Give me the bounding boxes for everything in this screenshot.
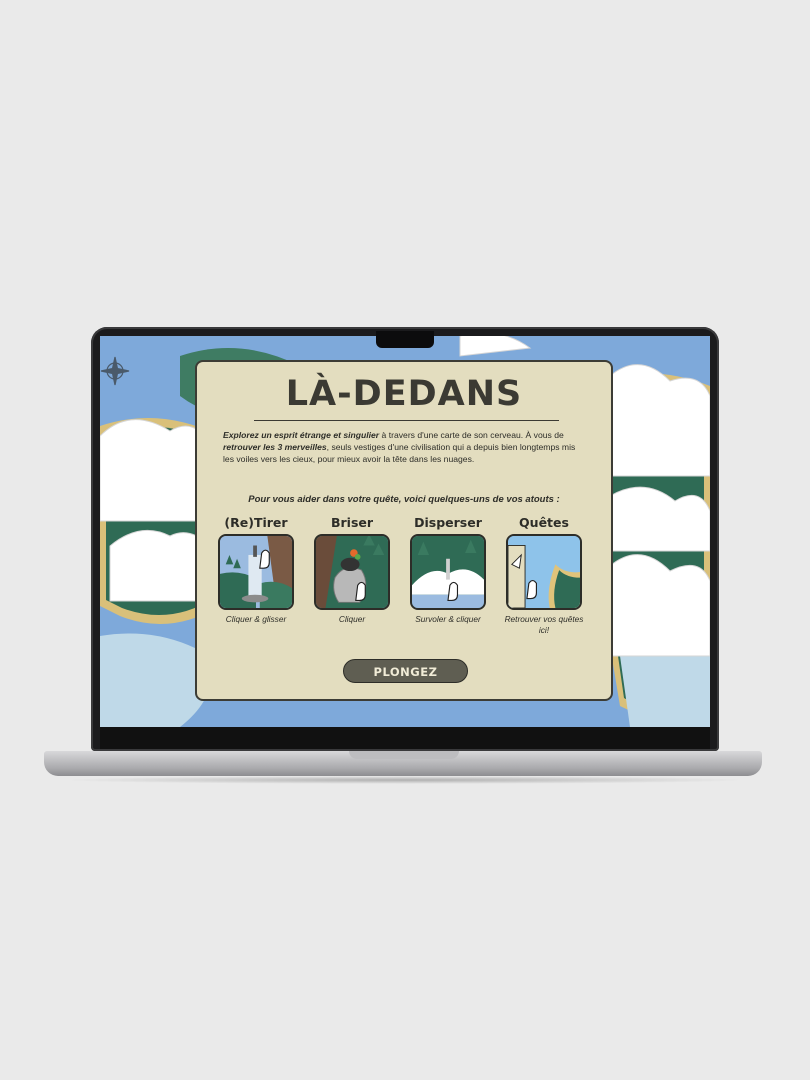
card-caption: Survoler & cliquer <box>415 614 481 624</box>
app-screen: LÀ-DEDANS Explorez un esprit étrange et … <box>100 336 710 727</box>
tool-card-briser: Briser Cliquer <box>310 514 394 625</box>
intro-text-2: à travers d'une carte de son cerveau. À … <box>379 430 564 440</box>
laptop-shadow <box>60 776 750 784</box>
rock-smash-icon <box>314 534 390 610</box>
card-title: Briser <box>330 515 374 530</box>
cloud-disperse-icon <box>410 534 486 610</box>
card-title: (Re)Tirer <box>224 515 288 530</box>
tools-subtitle: Pour vous aider dans votre quête, voici … <box>248 494 560 505</box>
tool-card-quetes: Quêtes Retrouver vos quêtes ici! <box>502 514 586 635</box>
card-title: Quêtes <box>519 515 569 530</box>
sword-pull-icon <box>218 534 294 610</box>
intro-text: Explorez un esprit étrange et singulier … <box>223 429 587 465</box>
plongez-button[interactable]: PLONGEZ <box>343 659 468 683</box>
game-title: LÀ-DEDANS <box>285 374 523 414</box>
quest-map-icon <box>506 534 582 610</box>
laptop-base-notch <box>349 751 459 759</box>
camera-notch <box>376 331 434 348</box>
card-caption: Cliquer <box>338 614 366 624</box>
tool-card-disperser: Disperser Survoler & cliquer <box>406 514 490 625</box>
intro-dialog: LÀ-DEDANS Explorez un esprit étrange et … <box>195 360 613 701</box>
card-title: Disperser <box>414 515 482 530</box>
card-caption: Retrouver vos quêtes ici! <box>504 614 584 635</box>
title-divider <box>254 420 559 421</box>
screen-bezel-bottom <box>100 727 710 749</box>
intro-emphasis-1: Explorez un esprit étrange et singulier <box>223 430 380 440</box>
tool-card-retirer: (Re)Tirer Cliquer & glisser <box>214 514 298 625</box>
card-caption: Cliquer & glisser <box>225 614 287 624</box>
intro-emphasis-2: retrouver les 3 merveilles <box>223 442 327 452</box>
